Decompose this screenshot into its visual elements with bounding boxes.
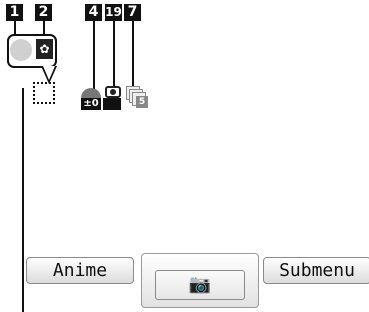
camera-icon[interactable]: 📷 [155,270,245,300]
callout-2: 2 [35,4,52,21]
focus-circle-icon [10,39,32,61]
screen-left-edge [22,88,24,312]
leader-line-19 [113,21,115,87]
camera-screen [103,98,121,110]
softkey-submenu[interactable]: Submenu [263,257,369,284]
leader-line-4 [93,21,95,89]
burst-count: 5 [136,96,148,108]
camera-storage-icon [103,86,123,110]
camera-lens [110,89,116,95]
center-shutter-key[interactable]: 📷 [141,253,259,308]
exposure-icon: ±0 [81,88,101,110]
leader-line-7 [132,21,134,87]
callout-7: 7 [124,4,141,21]
callout-4: 4 [85,4,102,21]
callout-1: 1 [6,4,23,21]
exposure-icon-top [81,88,101,98]
callout-19: 19 [105,4,122,21]
macro-icon: ✿ [36,39,53,59]
focus-frame-icon [33,82,55,104]
softkey-anime[interactable]: Anime [26,257,134,284]
exposure-value: ±0 [81,98,101,110]
callout-bubble-tail-inner [43,66,55,80]
burst-stack-icon: 5 [126,86,148,108]
